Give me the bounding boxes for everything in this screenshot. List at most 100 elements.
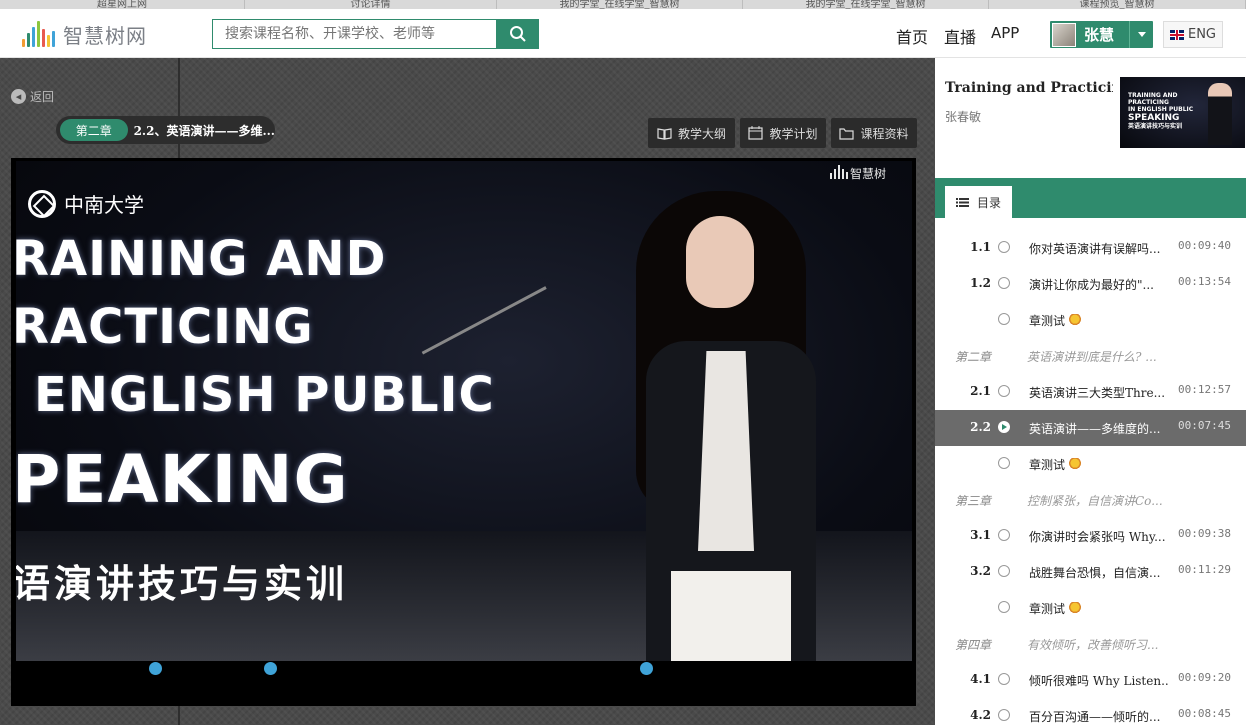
browser-tab[interactable]: 课程预览_智慧树 — [989, 0, 1246, 9]
back-link[interactable]: ◂ 返回 — [11, 88, 54, 105]
browser-tab[interactable]: 我的学堂_在线学堂_智慧树 — [743, 0, 989, 9]
search-icon — [510, 26, 526, 42]
catalog-chapter-row[interactable]: 第三章 控制紧张，自信演讲Co... — [935, 482, 1246, 518]
progress-marker[interactable] — [640, 662, 653, 675]
nav-app[interactable]: APP — [991, 24, 1019, 42]
lesson-title: 章测试 — [1029, 312, 1169, 329]
chapter-number: 第三章 — [955, 494, 992, 508]
test-badge-icon — [1069, 458, 1082, 471]
catalog-test-row[interactable]: 章测试 — [935, 590, 1246, 626]
progress-circle-icon — [998, 313, 1010, 325]
teaching-plan-label: 教学计划 — [769, 126, 818, 141]
microphone-stand — [421, 286, 547, 355]
video-school-logo: 中南大学 — [28, 189, 144, 218]
catalog-lesson-row[interactable]: 1.2 演讲让你成为最好的"... 00:13:54 — [935, 266, 1246, 302]
row-label: 百分百沟通——倾听的... — [1029, 710, 1161, 724]
catalog-lesson-row[interactable]: 1.1 你对英语演讲有误解吗... 00:09:40 — [935, 230, 1246, 266]
catalog-lesson-row[interactable]: 4.1 倾听很难吗 Why Listen... 00:09:20 — [935, 662, 1246, 698]
progress-circle-icon — [998, 529, 1010, 541]
lesson-title: 你演讲时会紧张吗 Why... — [1029, 528, 1169, 545]
progress-circle-icon — [998, 601, 1010, 613]
back-label: 返回 — [30, 90, 55, 104]
language-label: ENG — [1187, 27, 1216, 42]
avatar — [1052, 22, 1076, 47]
row-label: 英语演讲三大类型Thre... — [1029, 386, 1166, 400]
browser-tab[interactable]: 讨论详情 — [245, 0, 497, 9]
row-label: 章测试 — [1029, 602, 1066, 616]
school-seal-icon — [28, 189, 56, 218]
video-title-line: ENGLISH PUBLIC — [34, 367, 495, 423]
lesson-number: 3.2 — [970, 564, 991, 578]
catalog-lesson-row[interactable]: 4.2 百分百沟通——倾听的... 00:08:45 — [935, 698, 1246, 725]
video-subtitle: 语演讲技巧与实训 — [16, 562, 349, 606]
thumbnail-text: TRAINING AND PRACTICING IN ENGLISH PUBLI… — [1128, 92, 1194, 130]
chevron-down-icon[interactable] — [1129, 21, 1153, 48]
lesson-number: 2.2 — [970, 420, 991, 434]
lesson-title: 英语演讲三大类型Thre... — [1029, 384, 1169, 401]
user-menu-button[interactable]: 张慧 — [1050, 21, 1153, 48]
presenter — [616, 171, 836, 661]
play-status-icon — [998, 421, 1010, 433]
thumbnail-presenter — [1208, 83, 1232, 145]
browser-tab-strip: 超星网上网 讨论详情 我的学堂_在线学堂_智慧树 我的学堂_在线学堂_智慧树 课… — [0, 0, 1246, 9]
progress-circle-icon — [998, 673, 1010, 685]
lesson-duration: 00:08:45 — [1178, 707, 1231, 720]
row-label: 英语演讲到底是什么? ... — [1027, 350, 1157, 364]
tab-catalog[interactable]: 目录 — [945, 186, 1012, 218]
video-title-line: RACTICING — [16, 299, 314, 355]
lesson-title: 演讲让你成为最好的"... — [1029, 276, 1169, 293]
player-area: ◂ 返回 第二章 2.2、英语演讲——多维... 教学大纲 教学计划 课程资料 … — [0, 58, 935, 725]
lesson-number: 4.2 — [970, 708, 991, 722]
chapter-title: 控制紧张，自信演讲Co... — [1027, 492, 1167, 509]
course-card[interactable]: Training and Practicing i... 张春敏 TRAININ… — [935, 68, 1246, 176]
catalog-tab-label: 目录 — [976, 195, 1001, 210]
search-input[interactable] — [212, 19, 497, 49]
progress-marker[interactable] — [149, 662, 162, 675]
lesson-title: 倾听很难吗 Why Listen... — [1029, 672, 1169, 689]
list-icon — [955, 197, 969, 207]
course-materials-button[interactable]: 课程资料 — [831, 118, 917, 148]
nav-live[interactable]: 直播 — [944, 24, 976, 48]
video-title-line: PEAKING — [16, 441, 349, 518]
catalog-chapter-row[interactable]: 第四章 有效倾听，改善倾听习... — [935, 626, 1246, 662]
course-teacher: 张春敏 — [945, 110, 982, 124]
progress-circle-icon — [998, 709, 1010, 721]
row-label: 章测试 — [1029, 314, 1066, 328]
progress-marker[interactable] — [264, 662, 277, 675]
video-player[interactable]: 中南大学 智慧树 RAINING AND RACTICING ENGLISH P… — [11, 158, 916, 706]
video-school-name: 中南大学 — [64, 193, 144, 217]
teaching-plan-button[interactable]: 教学计划 — [740, 118, 826, 148]
folder-icon — [839, 127, 855, 140]
catalog-lesson-row[interactable]: 3.2 战胜舞台恐惧，自信演... 00:11:29 — [935, 554, 1246, 590]
lesson-duration: 00:13:54 — [1178, 275, 1231, 288]
lesson-title: 章测试 — [1029, 600, 1169, 617]
chapter-number: 第二章 — [955, 350, 992, 364]
lesson-title: 战胜舞台恐惧，自信演... — [1029, 564, 1169, 581]
progress-circle-icon — [998, 457, 1010, 469]
course-title: Training and Practicing i... — [945, 80, 1113, 96]
catalog-lesson-row[interactable]: 2.2 英语演讲——多维度的... 00:07:45 — [935, 410, 1246, 446]
current-lesson-title: 2.2、英语演讲——多维... — [133, 123, 275, 138]
browser-tab[interactable]: 我的学堂_在线学堂_智慧树 — [497, 0, 743, 9]
catalog-lesson-row[interactable]: 3.1 你演讲时会紧张吗 Why... 00:09:38 — [935, 518, 1246, 554]
row-label: 倾听很难吗 Why Listen... — [1029, 674, 1169, 688]
search-button[interactable] — [497, 19, 539, 49]
video-title-line: RAINING AND — [16, 231, 387, 287]
catalog-test-row[interactable]: 章测试 — [935, 446, 1246, 482]
row-label: 演讲让你成为最好的"... — [1029, 278, 1154, 292]
row-label: 章测试 — [1029, 458, 1066, 472]
catalog-lesson-row[interactable]: 2.1 英语演讲三大类型Thre... 00:12:57 — [935, 374, 1246, 410]
site-logo[interactable]: 智慧树网 — [22, 19, 147, 49]
lesson-duration: 00:07:45 — [1178, 419, 1231, 432]
course-thumbnail[interactable]: TRAINING AND PRACTICING IN ENGLISH PUBLI… — [1120, 77, 1245, 148]
catalog-test-row[interactable]: 章测试 — [935, 302, 1246, 338]
lesson-title: 英语演讲——多维度的... — [1029, 420, 1169, 437]
user-name: 张慧 — [1084, 26, 1115, 44]
syllabus-button[interactable]: 教学大纲 — [648, 118, 735, 148]
language-switch-button[interactable]: ENG — [1163, 21, 1223, 48]
nav-home[interactable]: 首页 — [896, 24, 928, 48]
uk-flag-icon — [1169, 29, 1184, 40]
catalog-chapter-row[interactable]: 第二章 英语演讲到底是什么? ... — [935, 338, 1246, 374]
browser-tab[interactable]: 超星网上网 — [0, 0, 245, 9]
progress-circle-icon — [998, 565, 1010, 577]
